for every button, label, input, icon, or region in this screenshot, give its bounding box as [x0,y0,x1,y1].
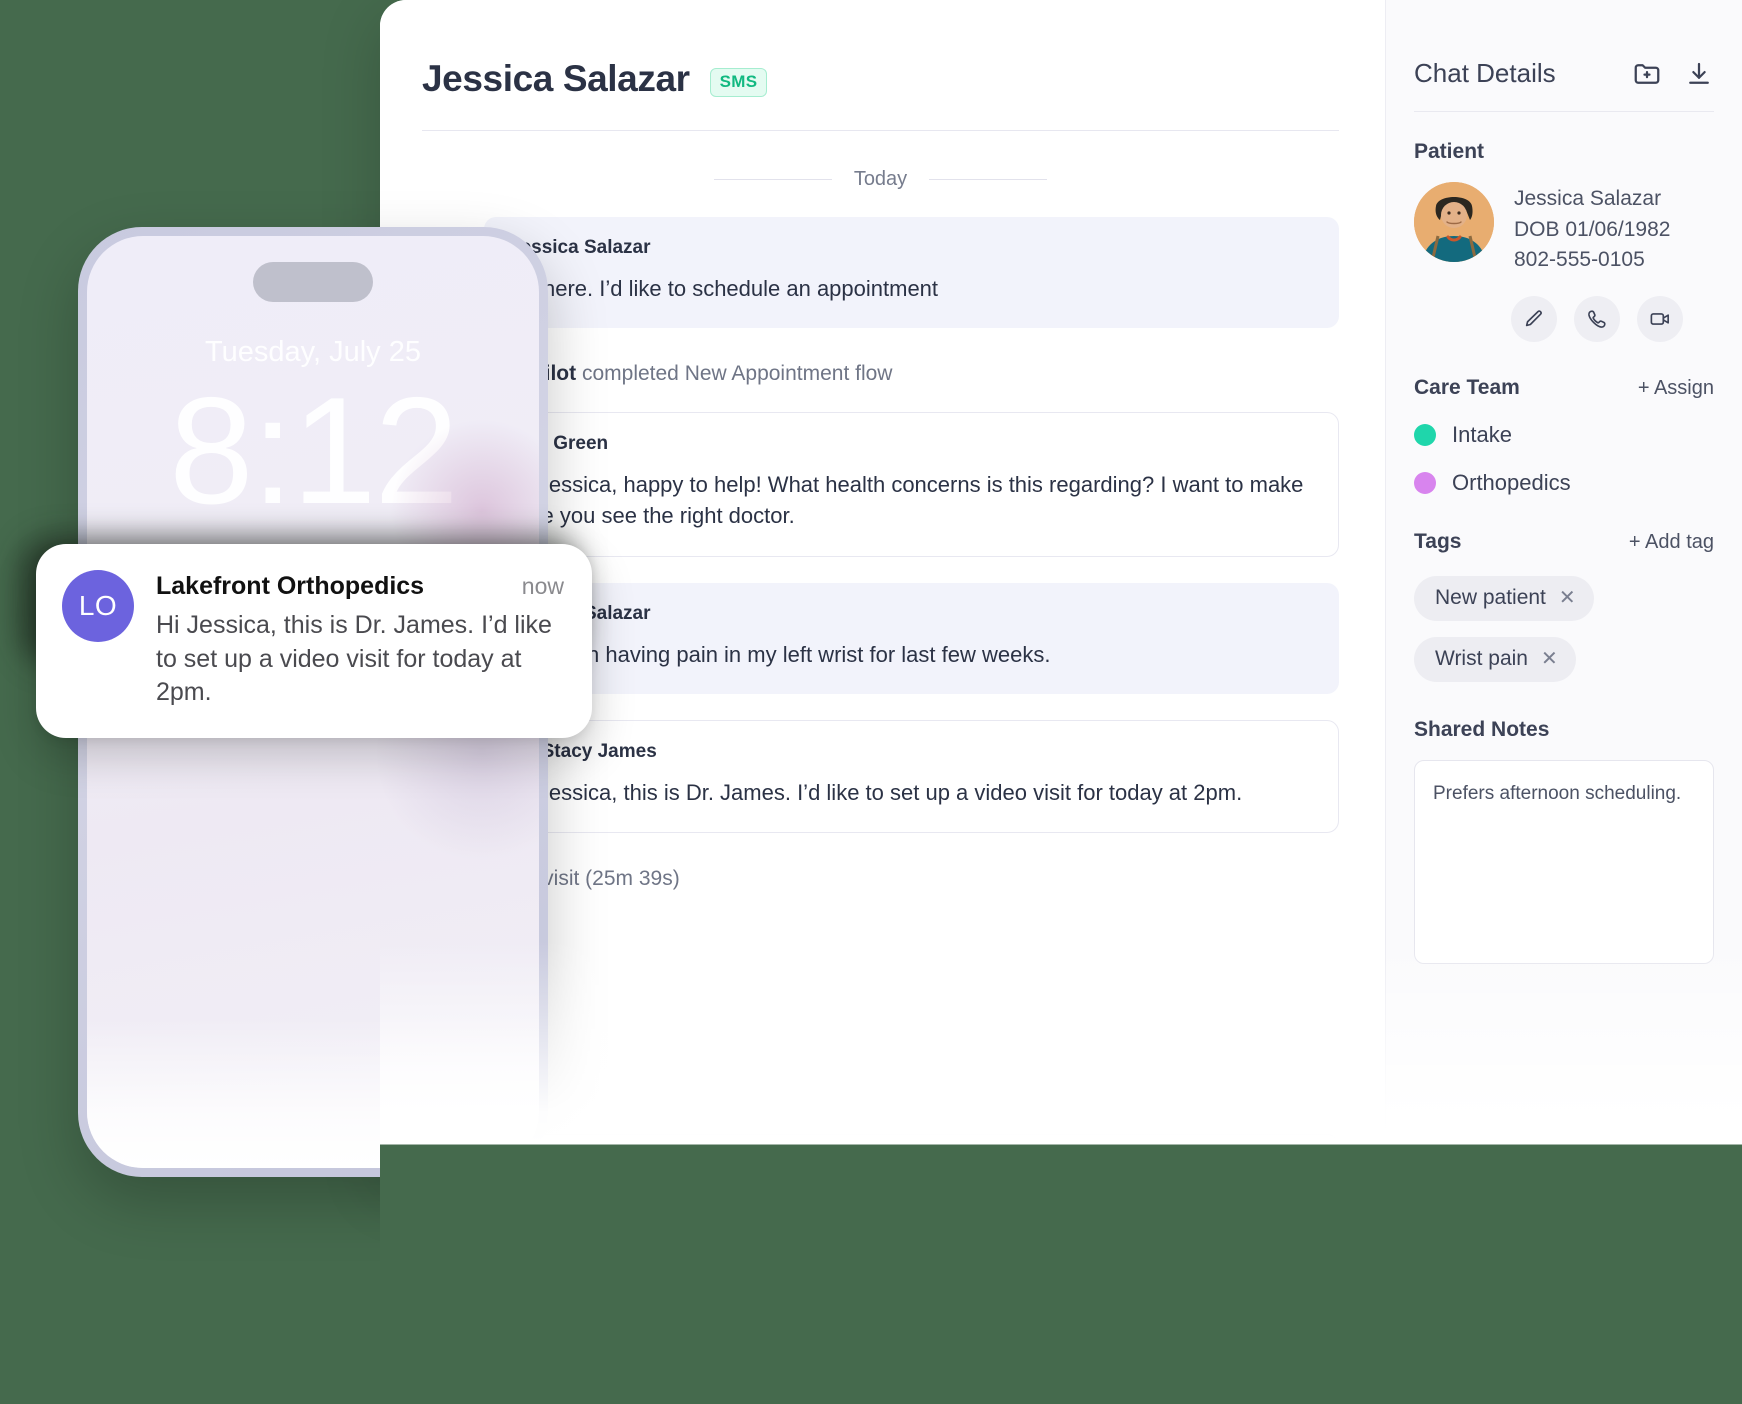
tag-list: New patient ✕ Wrist pain ✕ [1414,575,1714,682]
message-text: Hi there. I’d like to schedule an appoin… [510,276,939,301]
details-header-actions [1632,59,1714,89]
video-visit-event: Video visit (25m 39s) [484,867,1339,891]
window-bottom-mask [380,1170,1742,1404]
message-bubble: Dr. Stacy James Hi Jessica, this is Dr. … [484,719,1339,834]
notification-app-avatar: LO [62,570,134,642]
message-text: Hi Jessica, happy to help! What health c… [511,472,1304,529]
divider-line-right [929,179,1048,180]
care-team-color-dot [1414,423,1436,446]
tag-label: Wrist pain [1435,646,1528,670]
patient-phone: 802-555-0105 [1514,248,1645,272]
phone-bottom-fade [87,1018,539,1168]
message-sender: Dr. Stacy James [511,740,657,762]
details-title: Chat Details [1414,58,1556,88]
details-divider [1414,111,1714,112]
patient-summary: Jessica Salazar DOB 01/06/1982 802-555-0… [1414,182,1714,276]
message-composer[interactable] [422,1134,1339,1170]
page-title: Jessica Salazar [422,58,690,99]
notification-top-line: Lakefront Orthopedics now [156,572,564,601]
message-text: I’ve been having pain in my left wrist f… [510,641,1051,667]
patient-name: Jessica Salazar [1514,187,1662,210]
day-divider-label: Today [853,168,908,190]
remove-tag-icon[interactable]: ✕ [1559,588,1576,608]
header-divider [422,130,1339,131]
care-team-header: Care Team + Assign [1414,376,1714,400]
notification-body: Lakefront Orthopedics now Hi Jessica, th… [156,570,564,710]
remove-tag-icon[interactable]: ✕ [1541,649,1558,669]
tag-label: New patient [1435,585,1546,609]
tag-chip[interactable]: Wrist pain ✕ [1414,636,1576,682]
conversation-header: Jessica Salazar SMS [422,44,1339,100]
tags-section-title: Tags [1414,529,1462,553]
day-divider: Today [422,168,1339,191]
message-row[interactable]: Max Green Hi Jessica, happy to help! Wha… [422,412,1339,557]
notification-avatar-initials: LO [78,590,118,621]
care-team-member[interactable]: Orthopedics [1414,470,1714,496]
patient-dob: DOB 01/06/1982 [1514,217,1671,241]
shared-notes-value: Prefers afternoon scheduling. [1433,782,1682,804]
notification-app-name: Lakefront Orthopedics [156,572,425,600]
dynamic-island [253,262,373,302]
video-call-patient-icon[interactable] [1637,295,1683,342]
notification-timestamp: now [521,573,564,599]
divider-line-left [713,179,832,180]
care-team-label: Orthopedics [1452,469,1571,495]
notification-message: Hi Jessica, this is Dr. James. I’d like … [156,611,552,706]
patient-actions [1511,295,1714,342]
push-notification[interactable]: LO Lakefront Orthopedics now Hi Jessica,… [36,544,592,738]
details-header: Chat Details [1414,58,1714,89]
message-bubble: Jessica Salazar Hi there. I’d like to sc… [484,217,1339,329]
add-tag-button[interactable]: + Add tag [1629,531,1714,554]
message-bubble: Jessica Salazar I’ve been having pain in… [484,582,1339,694]
message-sender: Jessica Salazar [510,602,651,624]
shared-notes-section-title: Shared Notes [1414,717,1550,741]
system-event: Autopilot completed New Appointment flow [484,362,1339,386]
message-sender: Jessica Salazar [510,237,651,258]
patient-info: Jessica Salazar DOB 01/06/1982 802-555-0… [1514,182,1670,276]
message-bubble: Max Green Hi Jessica, happy to help! Wha… [484,412,1339,557]
care-team-label: Intake [1452,421,1512,447]
system-event-text: completed New Appointment flow [576,362,893,386]
screenshot-stage: Jessica Salazar SMS Today Jessica Salaza… [0,0,1742,1404]
message-text: Hi Jessica, this is Dr. James. I’d like … [511,779,1243,805]
tag-chip[interactable]: New patient ✕ [1414,575,1594,621]
download-icon[interactable] [1684,59,1714,89]
message-row[interactable]: Jessica Salazar Hi there. I’d like to sc… [422,217,1339,329]
avatar [1414,182,1494,262]
patient-section-title: Patient [1414,140,1485,163]
call-patient-icon[interactable] [1574,295,1620,342]
care-team-member[interactable]: Intake [1414,422,1714,448]
edit-patient-icon[interactable] [1511,295,1557,342]
lock-screen-time: 8:12 [169,366,459,536]
add-to-records-icon[interactable] [1632,59,1662,89]
tags-header: Tags + Add tag [1414,530,1714,554]
status-badge: SMS [709,67,768,97]
care-team-section-title: Care Team [1414,375,1520,399]
message-sender: Max Green [511,433,609,455]
care-team-color-dot [1414,471,1436,494]
shared-notes-field[interactable]: Prefers afternoon scheduling. [1414,759,1714,964]
assign-care-team-button[interactable]: + Assign [1638,377,1714,400]
chat-details-panel: Chat Details Patient Jessica Salazar DOB… [1385,0,1742,1170]
